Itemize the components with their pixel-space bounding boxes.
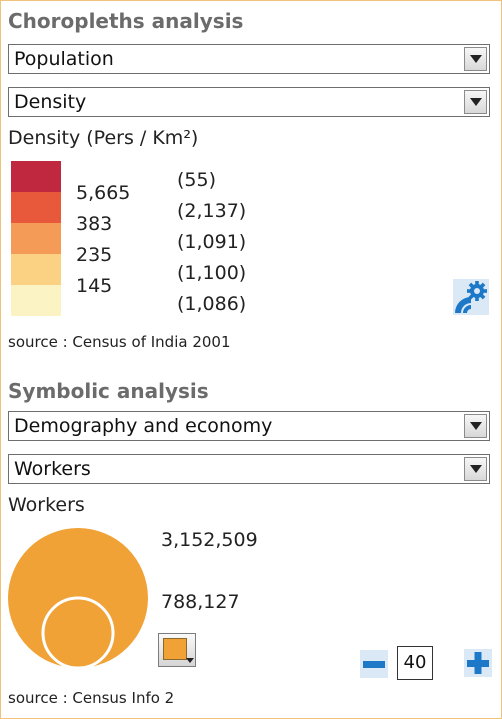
symbolic-variable-value: Workers [14,458,91,480]
proportional-symbol-legend [8,528,148,670]
symbol-size-input[interactable]: 40 [397,646,433,680]
choropleth-variable-value: Density [14,91,87,113]
symbol-min-value: 788,127 [161,591,240,613]
choropleth-source: source : Census of India 2001 [8,333,231,351]
minus-icon [360,650,388,678]
legend-count-4: (1,100) [177,262,247,284]
chevron-down-icon [470,98,482,106]
legend-break-1: 5,665 [76,182,131,204]
symbolic-theme-select[interactable]: Demography and economy [8,411,490,441]
legend-count-5: (1,086) [177,293,247,315]
symbolic-legend-title: Workers [8,494,85,516]
legend-count-3: (1,091) [177,231,247,253]
choropleth-variable-select[interactable]: Density [8,87,490,117]
choropleths-heading: Choropleths analysis [8,9,244,33]
legend-swatch-1 [11,161,61,192]
dropdown-arrow-button[interactable] [464,457,487,481]
dropdown-arrow-button[interactable] [464,90,487,114]
symbol-max-value: 3,152,509 [161,529,258,551]
choropleth-theme-select[interactable]: Population [8,44,490,74]
choropleth-legend-title: Density (Pers / Km²) [8,127,199,149]
symbolic-theme-value: Demography and economy [14,415,273,437]
legend-swatch-2 [11,192,61,223]
chevron-down-icon [470,465,482,473]
legend-swatch-5 [11,285,61,316]
symbolic-variable-select[interactable]: Workers [8,454,490,484]
gear-settings-icon [453,279,489,315]
chevron-down-icon [186,658,194,663]
symbolic-source: source : Census Info 2 [8,689,175,707]
chevron-down-icon [470,422,482,430]
legend-break-3: 235 [76,244,113,266]
chevron-down-icon [470,55,482,63]
gear-settings-button[interactable] [453,279,489,315]
dropdown-arrow-button[interactable] [464,47,487,71]
increase-size-button[interactable] [464,649,492,677]
legend-swatch-3 [11,223,61,254]
legend-count-2: (2,137) [177,200,247,222]
analysis-panel: Choropleths analysis Population Density … [0,0,502,719]
legend-break-4: 145 [76,275,113,297]
legend-swatch-4 [11,254,61,285]
plus-icon [464,649,492,677]
legend-count-1: (55) [177,169,217,191]
symbolic-heading: Symbolic analysis [8,379,209,403]
choropleth-theme-value: Population [14,48,114,70]
legend-break-2: 383 [76,213,113,235]
symbol-color-picker[interactable] [158,633,196,667]
dropdown-arrow-button[interactable] [464,414,487,438]
color-swatch [163,638,187,660]
decrease-size-button[interactable] [360,650,388,678]
